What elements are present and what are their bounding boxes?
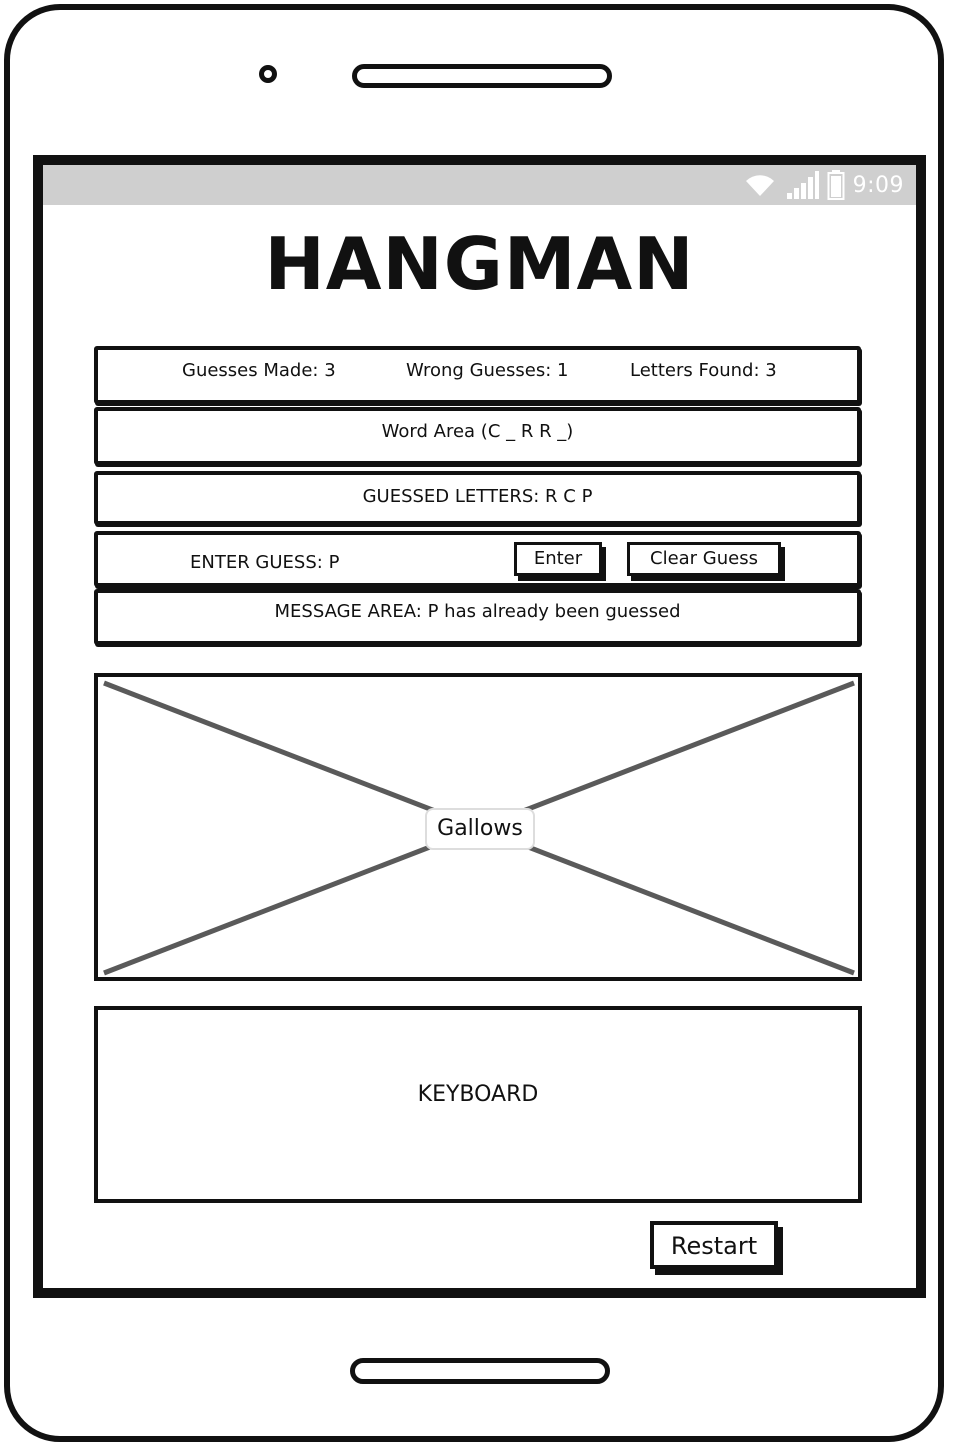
clear-guess-button[interactable]: Clear Guess bbox=[627, 542, 781, 576]
restart-button[interactable]: Restart bbox=[650, 1221, 778, 1269]
wifi-icon bbox=[743, 172, 777, 198]
page-title: HANGMAN bbox=[264, 222, 695, 306]
keyboard-label: KEYBOARD bbox=[417, 1082, 539, 1107]
guesses-made-stat: Guesses Made: 3 bbox=[182, 360, 336, 381]
status-bar: 9:09 bbox=[43, 165, 916, 205]
word-area-text: Word Area (C _ R R _) bbox=[381, 421, 574, 442]
battery-icon bbox=[827, 170, 845, 200]
status-clock: 9:09 bbox=[852, 172, 904, 198]
signal-icon bbox=[785, 171, 819, 199]
message-text: MESSAGE AREA: P has already been guessed bbox=[274, 601, 681, 622]
camera-icon bbox=[259, 65, 277, 83]
gallows-label: Gallows bbox=[425, 808, 535, 850]
wrong-guesses-stat: Wrong Guesses: 1 bbox=[406, 360, 569, 381]
enter-button[interactable]: Enter bbox=[514, 542, 602, 576]
word-area: Word Area (C _ R R _) bbox=[94, 407, 861, 465]
gallows-image-placeholder: Gallows bbox=[94, 673, 862, 981]
speaker-grille bbox=[352, 64, 612, 88]
home-button[interactable] bbox=[350, 1358, 610, 1384]
keyboard-area[interactable]: KEYBOARD bbox=[94, 1006, 862, 1203]
guess-input[interactable]: ENTER GUESS: P bbox=[190, 552, 339, 573]
stats-panel: Guesses Made: 3 Wrong Guesses: 1 Letters… bbox=[94, 346, 861, 404]
guessed-letters-text: GUESSED LETTERS: R C P bbox=[362, 486, 593, 507]
guess-entry-panel: ENTER GUESS: P Enter Clear Guess bbox=[94, 531, 861, 587]
guessed-letters-panel: GUESSED LETTERS: R C P bbox=[94, 471, 861, 525]
message-area: MESSAGE AREA: P has already been guessed bbox=[94, 589, 861, 645]
letters-found-stat: Letters Found: 3 bbox=[630, 360, 777, 381]
